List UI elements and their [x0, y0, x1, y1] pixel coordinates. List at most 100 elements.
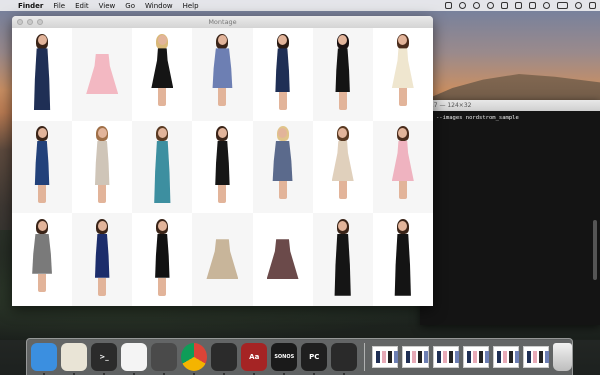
thumbnail-figure [418, 351, 423, 363]
model-head [97, 128, 107, 139]
sublime-icon[interactable] [151, 343, 178, 375]
thumbnail-figure [539, 351, 544, 363]
dress [272, 141, 293, 182]
search-icon[interactable] [575, 2, 582, 9]
dress [34, 141, 50, 186]
montage-tile [192, 213, 253, 306]
finder-icon[interactable] [31, 343, 58, 375]
dictionary-icon[interactable]: Aa [241, 343, 268, 375]
montage-tile [132, 28, 193, 121]
app-menu-finder[interactable]: Finder [18, 2, 43, 10]
montage-tile [72, 28, 133, 121]
image-montage-grid [12, 28, 433, 306]
menu-go[interactable]: Go [125, 2, 135, 10]
minimized-window-thumbnail[interactable] [372, 346, 399, 368]
thumbnail-figure [442, 351, 447, 363]
model-legs [398, 88, 407, 107]
dress [206, 239, 239, 280]
model-legs [38, 185, 47, 204]
airplay-icon[interactable] [529, 2, 536, 9]
battery-icon[interactable] [557, 2, 568, 9]
close-button[interactable] [17, 19, 23, 25]
model-legs [398, 181, 407, 200]
minimized-window-thumbnail[interactable] [492, 346, 520, 368]
dock-separator [364, 343, 366, 371]
model-head [157, 220, 167, 231]
thumbnail-figure [508, 351, 513, 363]
terminal-icon[interactable]: >_ [91, 343, 118, 375]
menu-view[interactable]: View [99, 2, 116, 10]
dress [334, 233, 351, 296]
dress-photo [373, 28, 433, 121]
dress-photo [313, 121, 373, 214]
dress-photo [313, 28, 373, 121]
thumbnail-figure [545, 351, 550, 363]
dress [154, 141, 171, 204]
terminal-command-line: --images nordstrom_sample [436, 115, 519, 121]
sync-icon[interactable] [459, 2, 466, 9]
dress-photo [313, 213, 373, 306]
model-head [157, 128, 167, 139]
console-icon[interactable] [331, 343, 358, 375]
minimized-window-thumbnail[interactable] [462, 346, 489, 368]
thumbnail-figure [533, 351, 538, 363]
dress-photo [12, 213, 72, 306]
chrome-icon[interactable] [181, 343, 208, 375]
thumbnail-figure [412, 351, 417, 363]
minimized-window-thumbnail[interactable] [402, 346, 429, 368]
menu-file[interactable]: File [53, 2, 65, 10]
montage-titlebar: Montage [12, 16, 433, 28]
pycharm-icon[interactable]: PC [301, 343, 328, 375]
sonos-icon[interactable]: SONOS [271, 343, 298, 375]
list-icon[interactable] [589, 2, 596, 9]
thumbnail-figure [478, 351, 483, 363]
cc-icon[interactable] [501, 2, 508, 9]
wifi-icon[interactable] [543, 2, 550, 9]
menu-help[interactable]: Help [183, 2, 199, 10]
model-legs [278, 92, 287, 111]
thumbnail-figure [484, 351, 489, 363]
window-controls [17, 19, 43, 25]
dress-photo [373, 213, 433, 306]
montage-window[interactable]: Montage [12, 16, 433, 306]
trash-icon[interactable] [553, 343, 572, 371]
thumbnail-figure [514, 351, 519, 363]
minimize-button[interactable] [27, 19, 33, 25]
montage-tile [192, 28, 253, 121]
zoom-button[interactable] [37, 19, 43, 25]
app-icon-label: PC [309, 353, 320, 361]
evernote-icon[interactable] [211, 343, 238, 375]
dress [215, 141, 230, 186]
thumbnail-figure [436, 351, 441, 363]
menu-window[interactable]: Window [145, 2, 173, 10]
dress-photo [12, 28, 72, 121]
minimized-window-thumbnail[interactable] [523, 346, 550, 368]
menu-edit[interactable]: Edit [75, 2, 89, 10]
dress-photo [72, 28, 132, 121]
screen-icon[interactable] [515, 2, 522, 9]
montage-tile [12, 120, 73, 214]
slack-icon[interactable] [121, 343, 148, 375]
minimized-window-thumbnail[interactable] [432, 346, 459, 368]
dress-photo [72, 121, 132, 214]
thumbnail-figure [388, 351, 393, 363]
montage-tile [372, 213, 433, 306]
app-icon-label: >_ [99, 353, 109, 361]
terminal-scrollbar[interactable] [593, 220, 597, 280]
montage-tile [372, 28, 433, 121]
info-icon[interactable] [487, 2, 494, 9]
model-legs [218, 185, 227, 204]
dress [151, 48, 174, 89]
thumbnail-figure [466, 351, 471, 363]
textedit-icon[interactable] [61, 343, 88, 375]
montage-tile [252, 28, 313, 121]
model-legs [98, 277, 107, 296]
terminal-window[interactable]: 2.7 — 124×32 --images nordstrom_sample [420, 100, 600, 325]
montage-tile [132, 120, 193, 214]
montage-tile [192, 120, 253, 214]
dress-photo [12, 121, 72, 214]
thumbnail-figure [502, 351, 507, 363]
dropbox-icon[interactable] [445, 2, 452, 9]
clock-icon[interactable] [473, 2, 480, 9]
montage-tile [12, 28, 73, 121]
